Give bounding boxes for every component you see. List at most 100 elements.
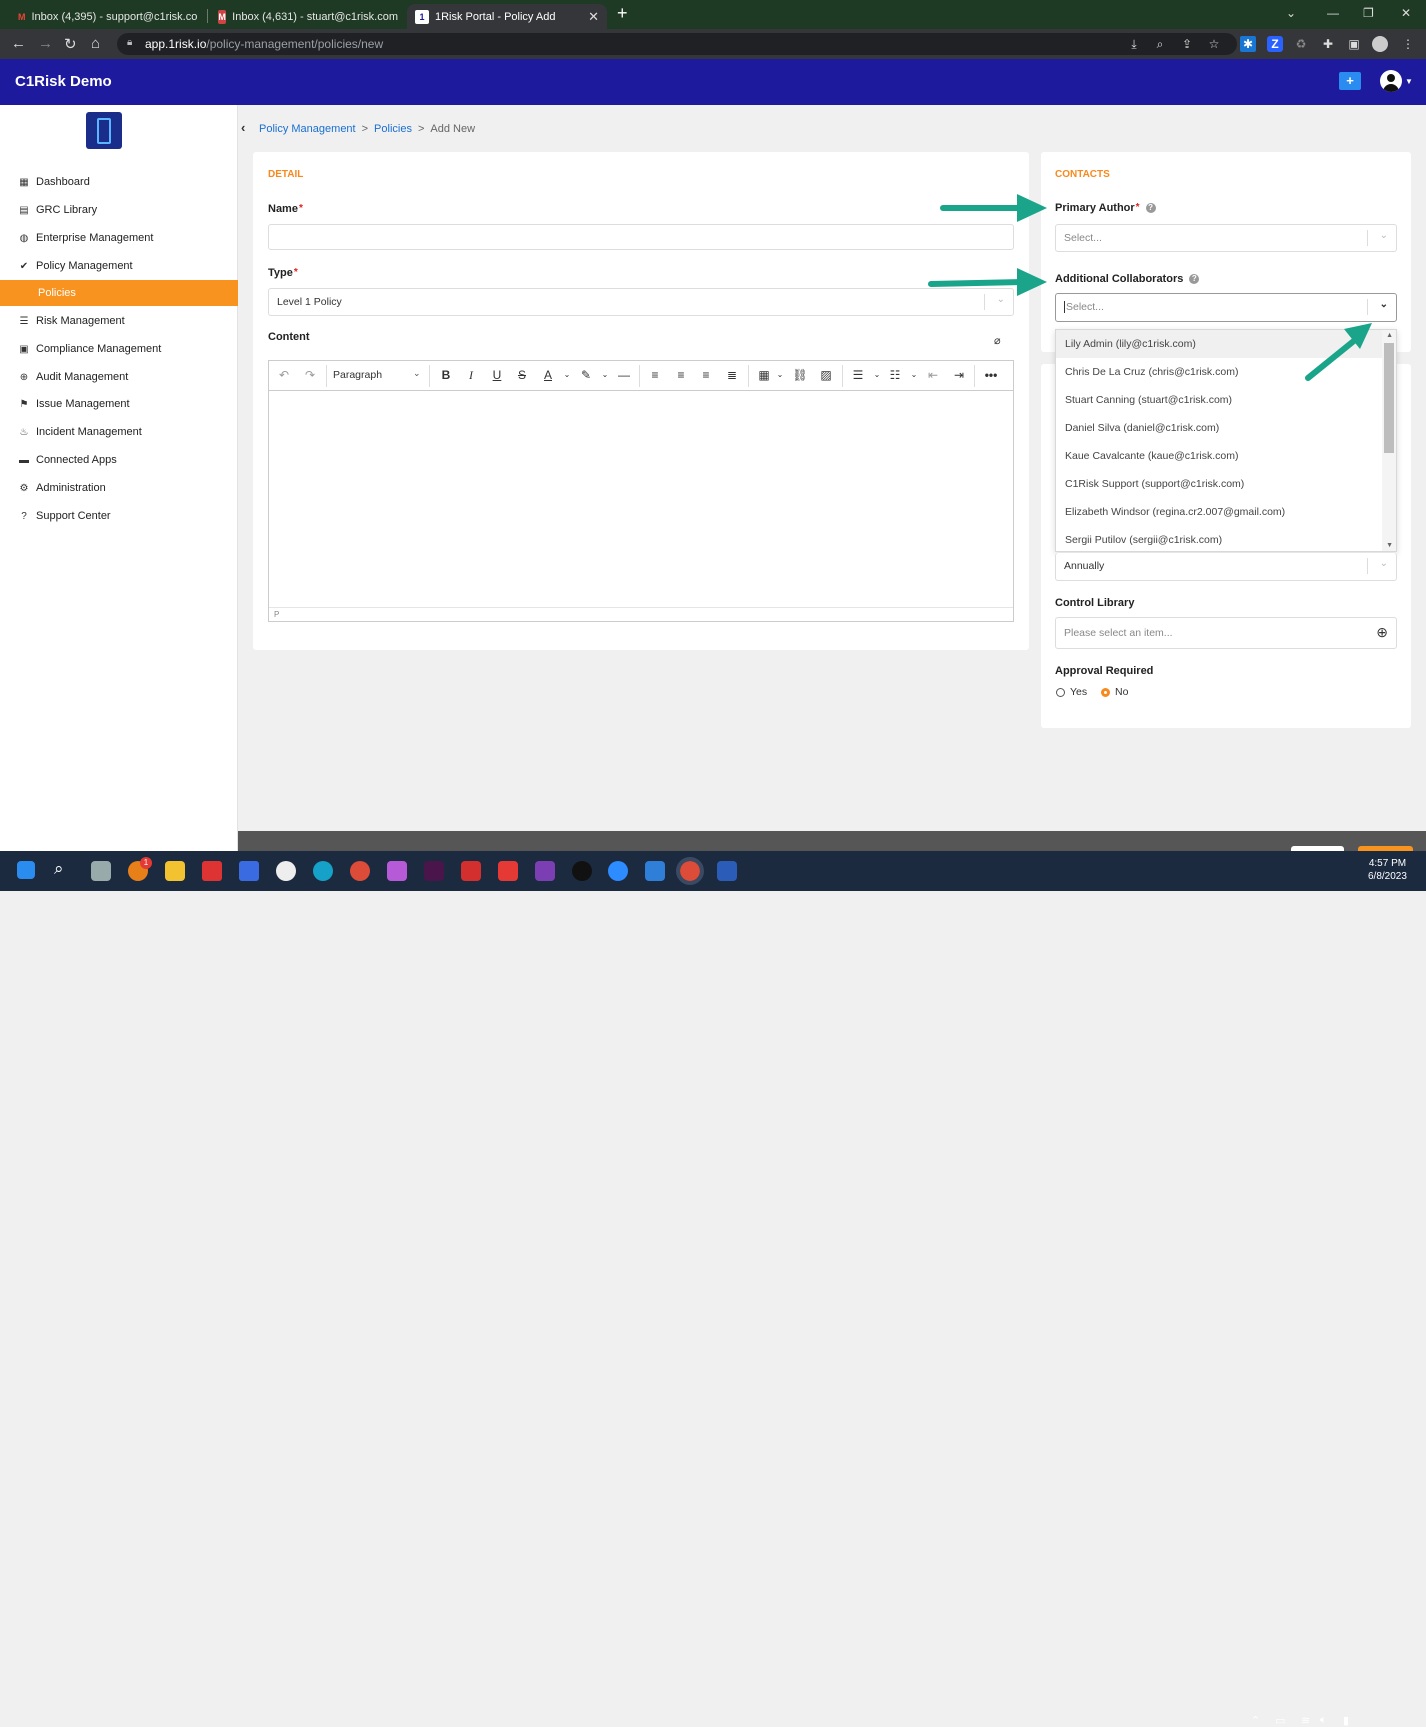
window-close-icon[interactable]: ✕	[1401, 6, 1411, 20]
dropdown-option[interactable]: C1Risk Support (support@c1risk.com)	[1056, 470, 1382, 498]
primary-author-select[interactable]: Select... ⌄	[1055, 224, 1397, 252]
search-plus-icon[interactable]: ⊕	[1376, 624, 1388, 641]
forward-icon[interactable]: →	[38, 35, 53, 52]
chevron-left-icon[interactable]: ‹	[241, 120, 245, 135]
approval-yes-radio[interactable]	[1056, 688, 1065, 697]
sidebar-item-administration[interactable]: ⚙ Administration	[0, 475, 238, 501]
align-right-icon[interactable]: ≡	[698, 368, 714, 382]
minimize-icon[interactable]: —	[1327, 6, 1339, 20]
word-icon[interactable]	[717, 861, 737, 881]
additional-collaborators-select[interactable]: Select... ⌄	[1055, 293, 1397, 322]
wifi-icon[interactable]: ≋	[1301, 1714, 1310, 1727]
sidebar-item-dashboard[interactable]: ▦ Dashboard	[0, 169, 238, 195]
zotero-icon[interactable]: Z	[1267, 36, 1283, 52]
user-avatar-icon[interactable]	[1380, 70, 1402, 92]
table-icon[interactable]: ▦	[756, 368, 772, 382]
numbered-list-icon[interactable]: ☷	[887, 368, 903, 382]
approval-no-radio[interactable]	[1101, 688, 1110, 697]
restore-icon[interactable]: ❐	[1363, 6, 1374, 20]
sidebar-item-compliance-management[interactable]: ▣ Compliance Management	[0, 336, 238, 362]
skype-icon[interactable]	[276, 861, 296, 881]
chevron-down-icon[interactable]: ⌄	[869, 370, 885, 379]
chevron-down-icon[interactable]: ⌄	[597, 370, 613, 379]
taskbar-clock[interactable]: 4:57 PM 6/8/2023	[1368, 857, 1407, 883]
dropdown-option[interactable]: Kaue Cavalcante (kaue@c1risk.com)	[1056, 442, 1382, 470]
dropdown-option[interactable]: Daniel Silva (daniel@c1risk.com)	[1056, 414, 1382, 442]
sidebar-item-policies[interactable]: Policies	[0, 280, 238, 306]
font-color-icon[interactable]: A	[540, 368, 556, 382]
browser-tab-active[interactable]: 1 1Risk Portal - Policy Add ✕	[407, 4, 607, 29]
back-icon[interactable]: ←	[11, 35, 26, 52]
app-icon[interactable]	[572, 861, 592, 881]
battery-icon[interactable]: ▮	[1343, 1714, 1349, 1727]
acrobat-icon[interactable]	[461, 861, 481, 881]
browser-tab[interactable]: M Inbox (4,395) - support@c1risk.co	[10, 4, 200, 29]
power-automate-icon[interactable]	[239, 861, 259, 881]
align-center-icon[interactable]: ≡	[673, 368, 689, 382]
paragraph-select[interactable]: Paragraph	[333, 369, 382, 381]
chevron-down-icon[interactable]: ⌄	[413, 368, 421, 379]
chevron-down-icon[interactable]: ⌄	[906, 370, 922, 379]
scroll-up-icon[interactable]: ▲	[1386, 332, 1393, 339]
dropdown-scrollbar[interactable]: ▲ ▼	[1382, 330, 1396, 551]
caret-down-icon[interactable]: ▼	[1405, 77, 1413, 86]
sidebar-item-risk-management[interactable]: ☰ Risk Management	[0, 308, 238, 334]
sidebar-item-support-center[interactable]: ? Support Center	[0, 503, 238, 529]
link-icon[interactable]: ⛓	[792, 368, 808, 382]
chevron-down-icon[interactable]: ⌄	[772, 370, 788, 379]
volume-icon[interactable]: 🔈︎	[1320, 1714, 1327, 1727]
chevron-down-icon[interactable]: ⌄	[1380, 230, 1388, 241]
close-tab-icon[interactable]: ✕	[588, 9, 599, 25]
app-icon[interactable]	[645, 861, 665, 881]
sidebar-item-grc-library[interactable]: ▤ GRC Library	[0, 197, 238, 223]
more-icon[interactable]: •••	[983, 368, 999, 382]
scroll-down-icon[interactable]: ▼	[1386, 542, 1393, 549]
bold-icon[interactable]: B	[438, 368, 454, 382]
chrome-active-icon[interactable]	[676, 857, 704, 885]
strikethrough-icon[interactable]: S	[514, 368, 530, 382]
dropdown-option[interactable]: Stuart Canning (stuart@c1risk.com)	[1056, 386, 1382, 414]
name-input[interactable]	[268, 224, 1014, 250]
chevron-up-icon[interactable]: ⌃	[1251, 1714, 1260, 1727]
align-justify-icon[interactable]: ≣	[724, 368, 740, 382]
highlight-icon[interactable]: ✎	[578, 368, 594, 382]
recycle-icon[interactable]: ♻	[1293, 36, 1309, 52]
file-explorer-icon[interactable]	[165, 861, 185, 881]
snagit-icon[interactable]	[498, 861, 518, 881]
outdent-icon[interactable]: ⇤	[925, 368, 941, 382]
sidebar-item-incident-management[interactable]: ♨ Incident Management	[0, 419, 238, 445]
breadcrumb-policy-management[interactable]: Policy Management	[259, 123, 356, 135]
sidebar-item-connected-apps[interactable]: ▬ Connected Apps	[0, 447, 238, 473]
onenote-icon[interactable]	[535, 861, 555, 881]
home-icon[interactable]: ⌂	[91, 35, 100, 52]
bullet-list-icon[interactable]: ☰	[850, 368, 866, 382]
app-icon[interactable]	[202, 861, 222, 881]
control-library-input[interactable]: Please select an item... ⊕	[1055, 617, 1397, 649]
reload-icon[interactable]: ↻	[64, 35, 77, 53]
italic-icon[interactable]: I	[463, 368, 479, 383]
tab-search-icon[interactable]: ⌄	[1286, 6, 1296, 20]
breadcrumb-policies[interactable]: Policies	[374, 123, 412, 135]
share-icon[interactable]: ⇪	[1179, 36, 1195, 52]
horizontal-line-icon[interactable]: —	[616, 368, 632, 382]
dropdown-option[interactable]: Sergii Putilov (sergii@c1risk.com)	[1056, 526, 1382, 551]
profile-icon[interactable]	[1372, 36, 1388, 52]
menu-dots-icon[interactable]: ⋮	[1400, 36, 1416, 52]
app-icon[interactable]	[387, 861, 407, 881]
folder-plus-icon[interactable]: +	[1339, 72, 1361, 90]
sidebar-item-issue-management[interactable]: ⚑ Issue Management	[0, 391, 238, 417]
extension-icon[interactable]: ✱	[1240, 36, 1256, 52]
chrome-icon[interactable]	[350, 861, 370, 881]
new-tab-icon[interactable]: +	[617, 3, 628, 24]
chevron-down-icon[interactable]: ⌄	[559, 370, 575, 379]
windows-start-icon[interactable]	[17, 861, 35, 879]
edge-icon[interactable]	[313, 861, 333, 881]
extensions-puzzle-icon[interactable]: ✚	[1320, 36, 1336, 52]
keyboard-icon[interactable]: ▭	[1275, 1714, 1285, 1727]
browser-tab[interactable]: M Inbox (4,631) - stuart@c1risk.com	[210, 4, 406, 29]
scrollbar-thumb[interactable]	[1384, 343, 1394, 453]
rich-text-editor[interactable]: ↶ ↷ Paragraph ⌄ B I U S A ⌄ ✎ ⌄ — ≡ ≡ ≡ …	[268, 360, 1014, 622]
sidebar-item-audit-management[interactable]: ⊕ Audit Management	[0, 364, 238, 390]
zoom-icon[interactable]: ⌕	[1152, 36, 1168, 52]
sidebar-item-policy-management[interactable]: ✔ Policy Management	[0, 253, 238, 279]
